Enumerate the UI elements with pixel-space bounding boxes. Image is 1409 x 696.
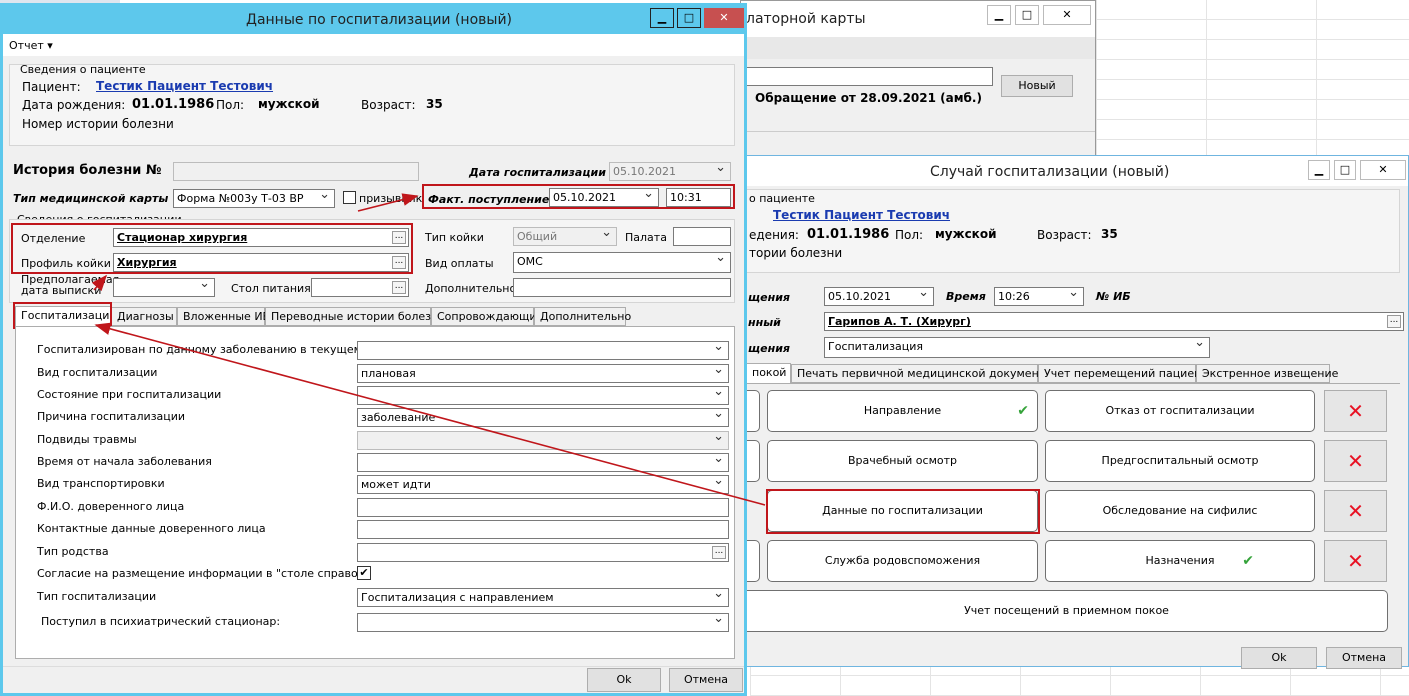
arrow-to-dept (91, 274, 108, 292)
arrow-to-fact (357, 193, 419, 212)
arrow-to-tab (94, 322, 766, 506)
annotation-arrows (91, 193, 766, 506)
